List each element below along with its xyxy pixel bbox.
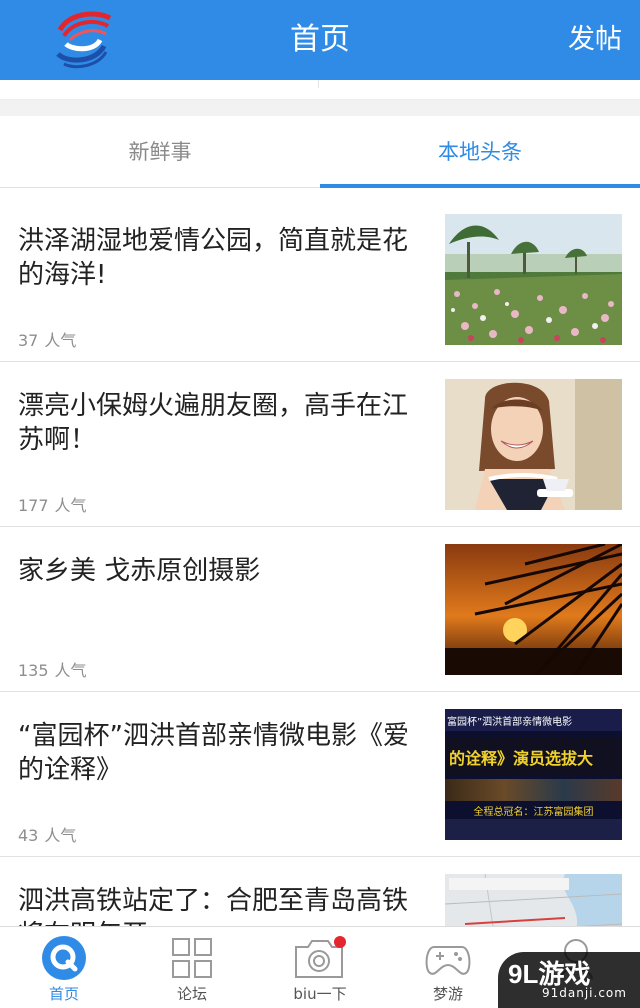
popularity-count: 43 xyxy=(18,826,39,845)
popularity-unit: 人气 xyxy=(54,496,87,515)
popularity-unit: 人气 xyxy=(44,331,77,350)
popularity-unit: 人气 xyxy=(54,661,87,680)
watermark-url-text: 91danji.com xyxy=(542,986,627,1000)
top-header: 首页 发帖 xyxy=(0,0,640,80)
banner-strip-divider xyxy=(318,80,319,88)
poster-title-text: 富园杯”泗洪首部亲情微电影 xyxy=(447,717,573,728)
nav-label: biu一下 xyxy=(293,985,347,1003)
flower-field-photo xyxy=(445,214,622,345)
popularity-unit: 人气 xyxy=(44,826,77,845)
home-q-icon xyxy=(42,936,86,980)
article-popularity: 37 人气 xyxy=(18,327,76,351)
popularity-count: 135 xyxy=(18,661,49,680)
article-item[interactable]: 家乡美 戈赤原创摄影 135 人气 xyxy=(0,527,640,692)
article-title: “富园杯”泗洪首部亲情微电影《爱的诠释》 xyxy=(18,721,409,785)
app-screen: 首页 发帖 新鲜事 本地头条 洪泽湖湿地爱情公园，简直就是花的海洋! 37 人气 xyxy=(0,0,640,1008)
new-post-button[interactable]: 发帖 xyxy=(568,22,622,58)
grid-icon xyxy=(172,938,212,978)
film-poster-image: 富园杯”泗洪首部亲情微电影 的诠释》演员选拔大 全程总冠名：江苏富园集团 xyxy=(445,709,622,840)
article-popularity: 177 人气 xyxy=(18,492,87,516)
tab-local-headlines[interactable]: 本地头条 xyxy=(320,116,640,188)
poster-filmstrip xyxy=(445,779,622,801)
article-popularity: 135 人气 xyxy=(18,657,87,681)
poster-sponsor-text: 全程总冠名：江苏富园集团 xyxy=(473,807,594,818)
nav-label: 论坛 xyxy=(176,985,207,1003)
popularity-count: 37 xyxy=(18,331,39,350)
poster-footer-bar xyxy=(445,819,622,840)
site-watermark: 9L游戏 91danji.com xyxy=(498,952,640,1008)
camera-icon xyxy=(295,936,346,978)
nav-biu[interactable]: biu一下 xyxy=(256,927,384,1008)
page-title: 首页 xyxy=(290,22,350,57)
smiling-maid-photo xyxy=(445,379,622,510)
sunset-palm-photo xyxy=(445,544,622,675)
gamepad-icon xyxy=(425,946,471,975)
nav-mengyou[interactable]: 梦游 xyxy=(384,927,512,1008)
article-popularity: 43 人气 xyxy=(18,822,76,846)
banner-strip-line xyxy=(0,88,640,100)
article-title: 洪泽湖湿地爱情公园，简直就是花的海洋! xyxy=(18,226,409,290)
nav-forum[interactable]: 论坛 xyxy=(128,927,256,1008)
article-title: 漂亮小保姆火遍朋友圈，高手在江苏啊！ xyxy=(18,391,409,455)
nav-label: 首页 xyxy=(48,985,79,1003)
nav-home[interactable]: 首页 xyxy=(0,927,128,1008)
article-title: 家乡美 戈赤原创摄影 xyxy=(18,556,261,586)
popularity-count: 177 xyxy=(18,496,49,515)
tab-fresh-news[interactable]: 新鲜事 xyxy=(0,116,320,188)
poster-headline: 的诠释》演员选拔大 xyxy=(449,749,594,768)
section-gap xyxy=(0,100,640,116)
active-tab-indicator xyxy=(320,184,640,188)
feed-tabs: 新鲜事 本地头条 xyxy=(0,116,640,188)
article-item[interactable]: 漂亮小保姆火遍朋友圈，高手在江苏啊！ 177 人气 xyxy=(0,362,640,527)
article-item[interactable]: “富园杯”泗洪首部亲情微电影《爱的诠释》 43 人气 富园杯”泗洪首部亲情微电影 … xyxy=(0,692,640,857)
nav-label: 梦游 xyxy=(432,985,463,1003)
article-item[interactable]: 洪泽湖湿地爱情公园，简直就是花的海洋! 37 人气 xyxy=(0,197,640,362)
